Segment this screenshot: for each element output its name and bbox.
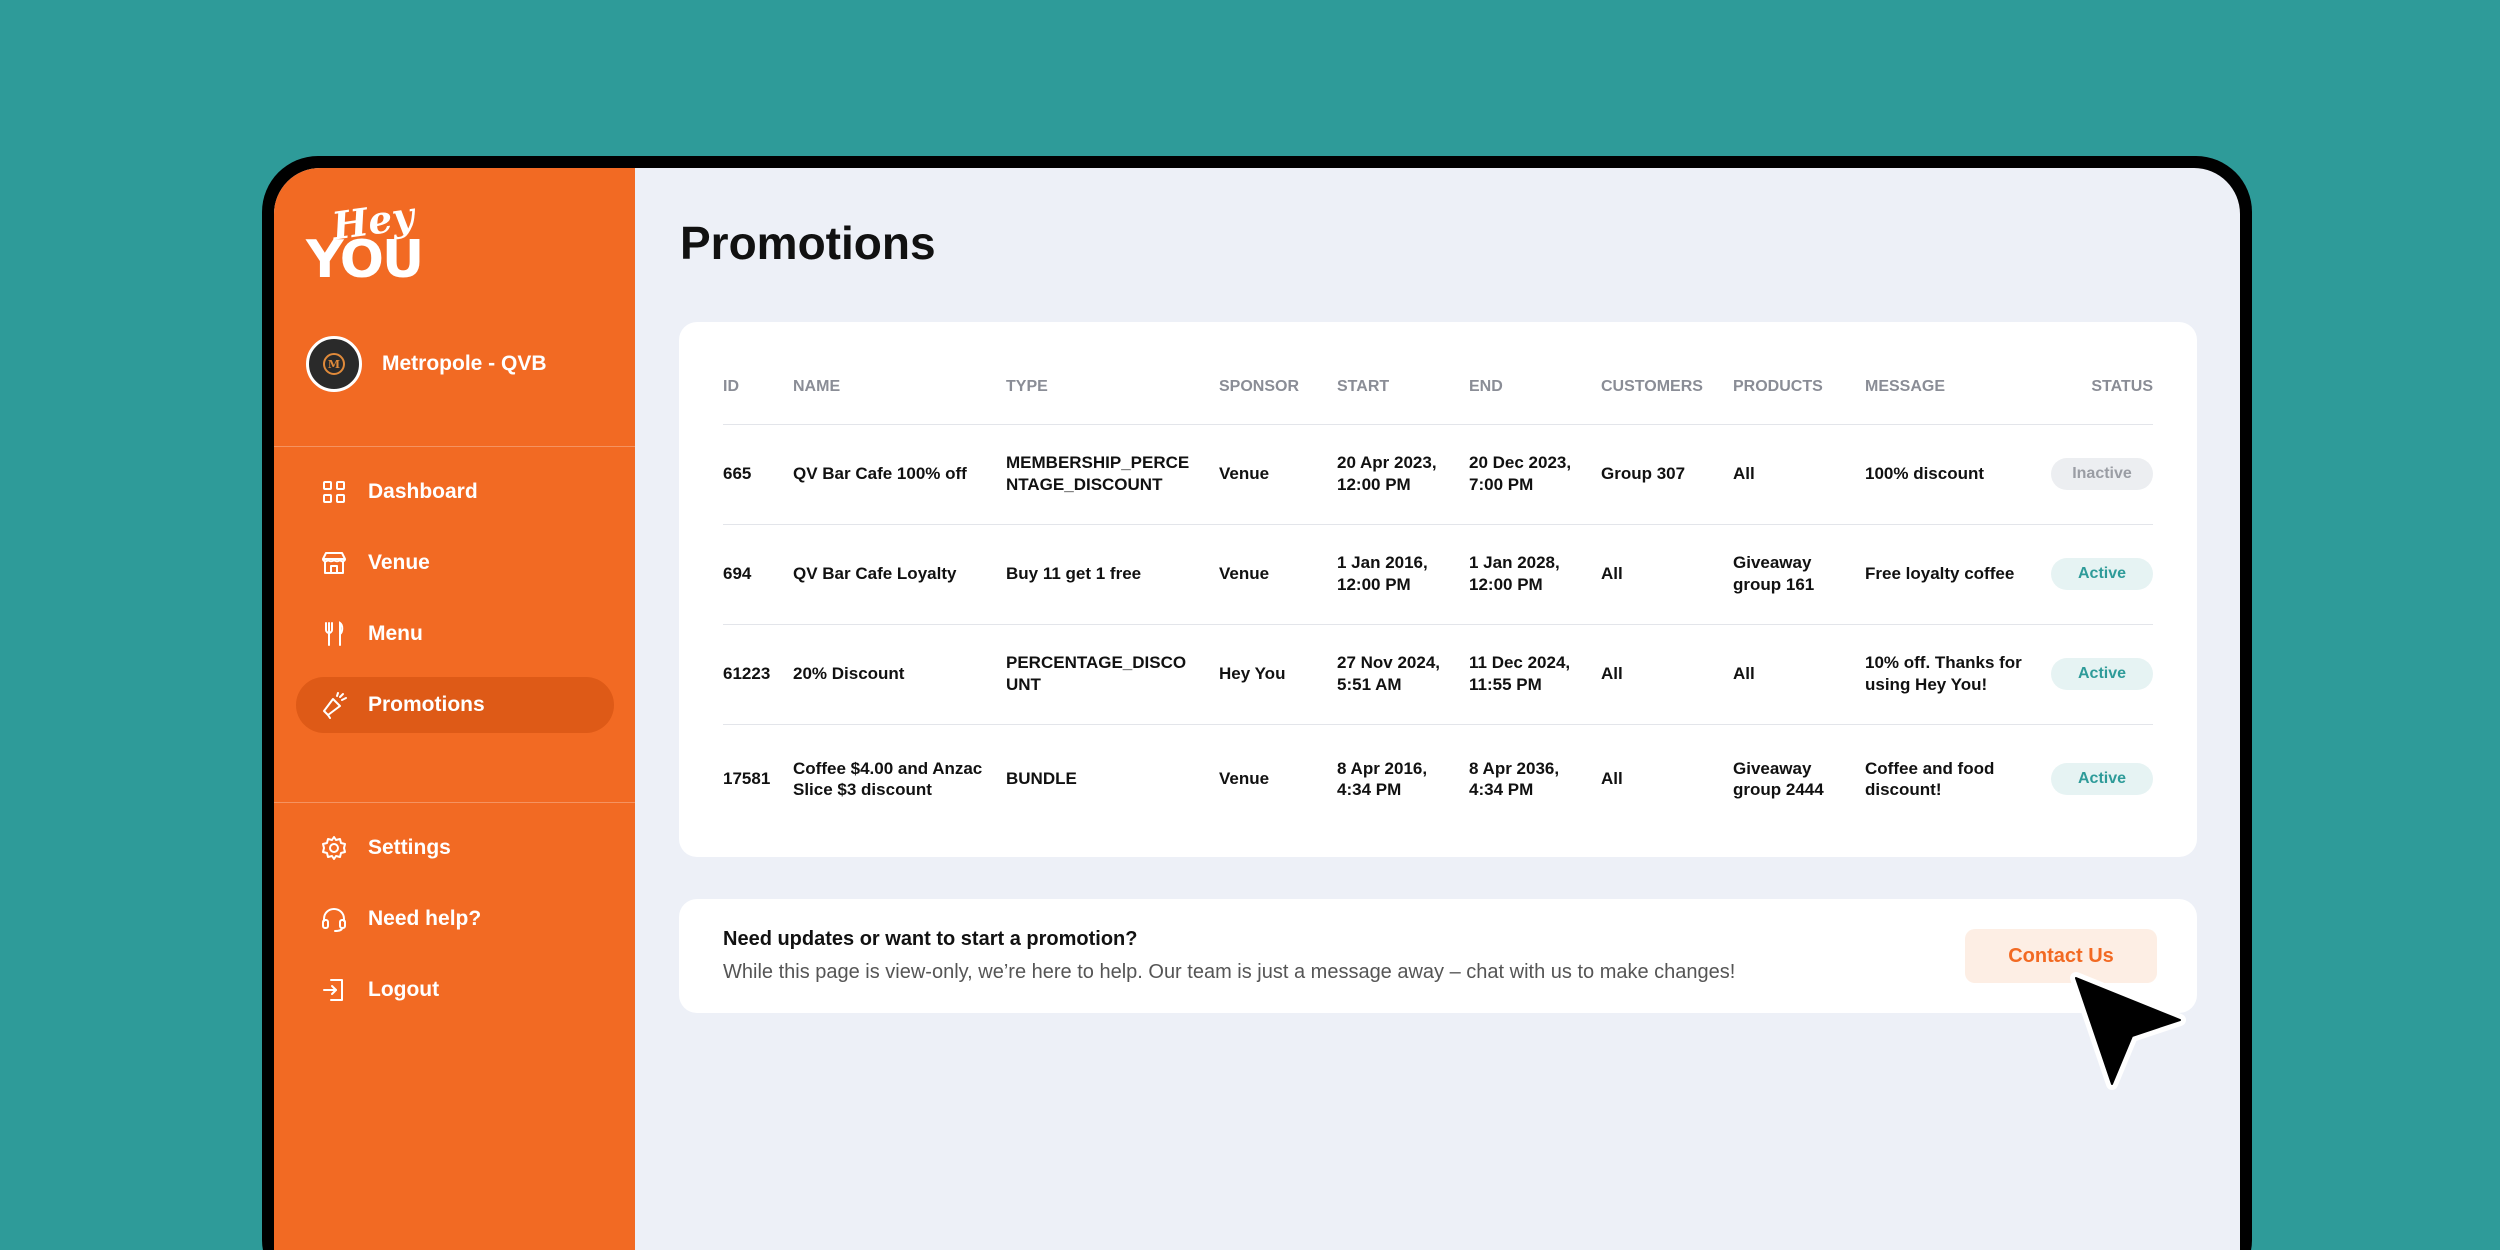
cell-name: QV Bar Cafe 100% off [793,424,1006,525]
help-banner: Need updates or want to start a promotio… [679,899,2197,1013]
cell-message: 10% off. Thanks for using Hey You! [1865,624,2045,725]
cell-id: 61223 [723,624,793,725]
venue-avatar: M [306,336,362,392]
sidebar-item-promotions[interactable]: Promotions [296,677,614,733]
cell-status: Active [2045,724,2153,834]
sidebar-divider [274,802,635,803]
cell-start: 20 Apr 2023, 12:00 PM [1337,424,1469,525]
column-header-name: NAME [793,350,1006,425]
cell-sponsor: Venue [1219,524,1337,625]
cell-name: QV Bar Cafe Loyalty [793,524,1006,625]
sidebar-item-label: Logout [368,978,440,1001]
page-title: Promotions [680,217,936,269]
status-badge: Inactive [2051,458,2153,490]
cell-products: All [1733,624,1865,725]
cell-start: 1 Jan 2016, 12:00 PM [1337,524,1469,625]
cell-type: MEMBERSHIP_PERCE NTAGE_DISCOUNT [1006,424,1219,525]
column-header-start: START [1337,350,1469,425]
sidebar-item-label: Settings [368,836,451,859]
gear-icon [322,836,346,860]
cell-start: 8 Apr 2016, 4:34 PM [1337,758,1428,800]
help-title: Need updates or want to start a promotio… [723,928,1138,950]
cell-name: 20% Discount [793,624,1006,725]
cell-customers: All [1601,624,1733,725]
promotions-table: ID NAME TYPE SPONSOR START END CUSTOMERS… [723,350,2153,834]
mouse-pointer-icon [2070,972,2186,1090]
megaphone-icon [323,692,347,719]
table-row[interactable]: 17581 Coffee $4.00 and Anzac Slice $3 di… [723,724,2153,834]
sidebar-item-label: Dashboard [368,480,478,503]
cell-products: Giveaway group 161 [1733,524,1865,625]
cell-name: Coffee $4.00 and Anzac Slice $3 discount [793,758,983,800]
venue-selector[interactable]: M Metropole - QVB [306,336,547,392]
cell-type: Buy 11 get 1 free [1006,524,1219,625]
logo-you-text: YOU [306,230,424,290]
cell-status: Inactive [2045,424,2153,525]
promotions-table-card: ID NAME TYPE SPONSOR START END CUSTOMERS… [679,322,2197,857]
sidebar-item-label: Venue [368,551,430,574]
cell-products: Giveaway group 2444 [1733,758,1824,800]
cell-message: Free loyalty coffee [1865,524,2045,625]
column-header-status: STATUS [2045,350,2153,425]
column-header-type: TYPE [1006,350,1219,425]
column-header-customers: CUSTOMERS [1601,350,1733,425]
cell-customers: All [1601,524,1733,625]
cell-end: 11 Dec 2024, 11:55 PM [1469,624,1601,725]
sidebar-divider [274,446,635,447]
column-header-sponsor: SPONSOR [1219,350,1337,425]
cell-start: 27 Nov 2024, 5:51 AM [1337,624,1469,725]
sidebar: Hey YOU M Metropole - QVB Dashboard Venu… [274,168,635,1250]
cell-sponsor: Venue [1219,424,1337,525]
cell-type: BUNDLE [1006,769,1077,789]
cell-products: All [1733,424,1865,525]
column-header-message: MESSAGE [1865,350,2045,425]
cell-id: 694 [723,524,793,625]
storefront-icon [322,552,346,574]
table-row[interactable]: 665 QV Bar Cafe 100% off MEMBERSHIP_PERC… [723,424,2153,525]
cell-sponsor: Venue [1219,769,1270,789]
table-row[interactable]: 61223 20% Discount PERCENTAGE_DISCO UNT … [723,624,2153,725]
cell-status: Active [2045,624,2153,725]
cell-end: 20 Dec 2023, 7:00 PM [1469,424,1601,525]
column-header-end: END [1469,350,1601,425]
sidebar-item-settings[interactable]: Settings [296,820,614,876]
sidebar-item-need-help[interactable]: Need help? [296,891,614,947]
status-badge: Active [2051,658,2153,690]
headset-icon [322,907,346,932]
sidebar-item-label: Need help? [368,907,482,930]
cell-end: 8 Apr 2036, 4:34 PM [1469,758,1560,800]
cell-type: PERCENTAGE_DISCO UNT [1006,624,1219,725]
cell-customers: Group 307 [1601,424,1733,525]
status-badge: Active [2051,558,2153,590]
cell-end: 1 Jan 2028, 12:00 PM [1469,524,1601,625]
sidebar-item-label: Menu [368,622,423,645]
cell-message: Coffee and food discount! [1865,758,1995,800]
status-badge: Active [2051,763,2153,796]
grid-icon [323,481,345,503]
cell-id: 665 [723,424,793,525]
table-row[interactable]: 694 QV Bar Cafe Loyalty Buy 11 get 1 fre… [723,524,2153,625]
cell-sponsor: Hey You [1219,624,1337,725]
cell-id: 17581 [723,769,771,789]
cell-message: 100% discount [1865,424,2045,525]
cell-status: Active [2045,524,2153,625]
fork-knife-icon [325,621,344,646]
hey-you-logo[interactable]: Hey YOU [306,193,436,290]
sidebar-item-venue[interactable]: Venue [296,535,614,591]
table-header-row: ID NAME TYPE SPONSOR START END CUSTOMERS… [723,350,2153,425]
column-header-products: PRODUCTS [1733,350,1865,425]
help-text: While this page is view-only, we’re here… [723,961,1736,983]
sidebar-item-logout[interactable]: Logout [296,962,614,1018]
cell-customers: All [1601,769,1623,789]
app-screen: Hey YOU M Metropole - QVB Dashboard Venu… [274,168,2240,1250]
venue-name: Metropole - QVB [382,352,547,375]
sidebar-item-menu[interactable]: Menu [296,606,614,662]
sidebar-item-dashboard[interactable]: Dashboard [296,464,614,520]
sidebar-item-label: Promotions [368,693,485,716]
column-header-id: ID [723,350,793,425]
logout-icon [323,979,343,1001]
